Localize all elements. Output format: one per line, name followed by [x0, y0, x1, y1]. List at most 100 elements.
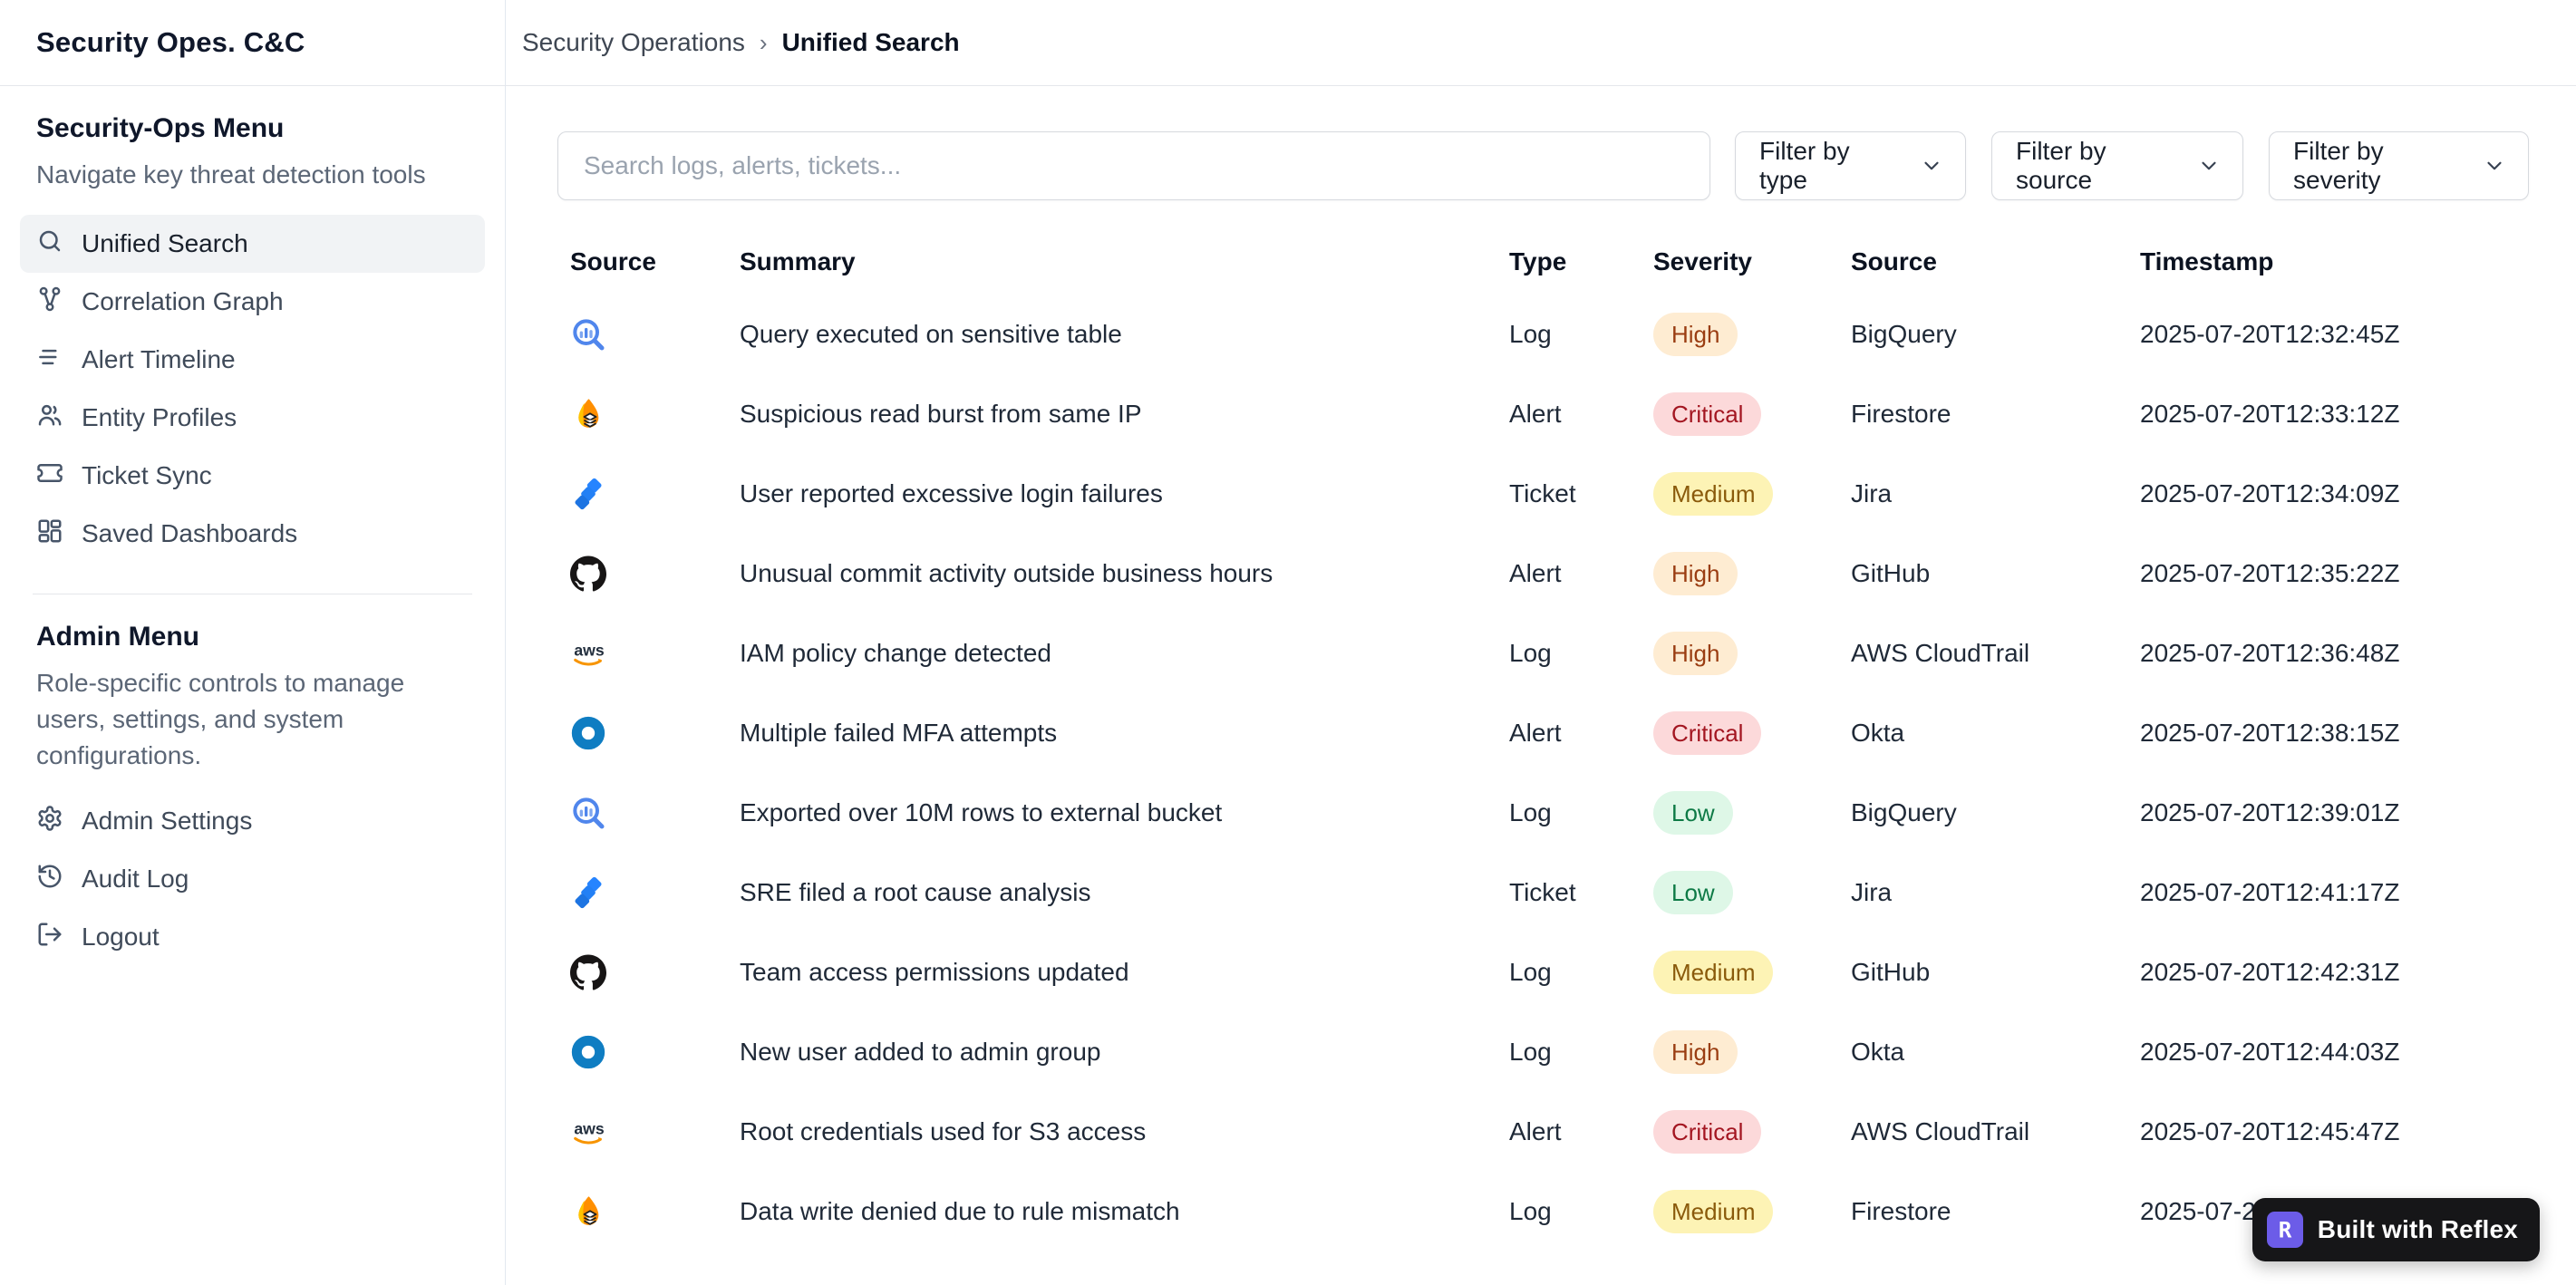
cell-source: BigQuery — [1851, 798, 1957, 826]
app-window: Security Opes. C&C Security Operations ›… — [0, 0, 2576, 1285]
search-icon — [39, 230, 61, 251]
cell-summary: Query executed on sensitive table — [740, 320, 1122, 348]
filter-select-label: Filter by severity — [2293, 137, 2384, 194]
main-content: Filter by type Filter by source Filter b… — [506, 86, 2576, 1285]
table-row[interactable]: Suspicious read burst from same IP Alert… — [570, 374, 2529, 454]
cell-summary: New user added to admin group — [740, 1038, 1101, 1066]
reflex-logo-icon: R — [2266, 1212, 2303, 1248]
cell-source: Firestore — [1851, 1197, 1951, 1225]
cell-type: Alert — [1509, 559, 1562, 587]
severity-badge: Medium — [1653, 472, 1774, 516]
cell-source: Jira — [1851, 479, 1893, 507]
cell-timestamp: 2025-07-20T12:41:17Z — [2140, 878, 2400, 906]
table-row[interactable]: Exported over 10M rows to external bucke… — [570, 773, 2529, 853]
firestore-icon — [578, 399, 599, 428]
sidebar-item-audit-log[interactable]: Audit Log — [20, 850, 485, 908]
alert-timeline-icon — [39, 349, 57, 364]
cell-type: Alert — [1509, 1117, 1562, 1145]
menu-heading: Security-Ops Menu — [36, 113, 285, 143]
breadcrumb-parent[interactable]: Security Operations — [522, 28, 745, 57]
sidebar-item-admin-settings[interactable]: Admin Settings — [20, 792, 485, 850]
filter-select-type[interactable]: Filter by type — [1735, 131, 1966, 200]
severity-badge: Critical — [1653, 1110, 1762, 1154]
breadcrumb-current: Unified Search — [781, 28, 960, 56]
col-header-type: Type — [1509, 247, 1567, 275]
firestore-icon — [578, 1196, 599, 1225]
cell-summary: IAM policy change detected — [740, 639, 1051, 667]
svg-text:aws: aws — [574, 1119, 605, 1137]
cell-type: Alert — [1509, 400, 1562, 428]
cell-timestamp: 2025-07-20T12:32:45Z — [2140, 320, 2400, 348]
sidebar-item-saved-dashboards[interactable]: Saved Dashboards — [20, 505, 485, 563]
logout-icon — [38, 923, 62, 945]
svg-text:R: R — [2279, 1218, 2292, 1243]
cell-source: Okta — [1851, 719, 1905, 747]
ticket-sync-icon — [37, 463, 63, 482]
cell-timestamp: 2025-07-20T12:45:47Z — [2140, 1117, 2400, 1145]
source-icon-cell — [570, 556, 740, 592]
cell-summary: User reported excessive login failures — [740, 479, 1163, 507]
cell-summary: Team access permissions updated — [740, 958, 1129, 986]
admin-heading: Admin Menu — [36, 622, 199, 652]
table-row[interactable]: Team access permissions updated Log Medi… — [570, 932, 2529, 1012]
filter-select-severity[interactable]: Filter by severity — [2269, 131, 2529, 200]
col-header-summary: Summary — [740, 247, 856, 275]
cell-type: Log — [1509, 958, 1552, 986]
sidebar-item-ticket-sync[interactable]: Ticket Sync — [20, 447, 485, 505]
admin-nav: Admin Settings Audit Log Logout — [20, 792, 485, 966]
sidebar-item-label: Unified Search — [82, 229, 248, 257]
chevron-down-icon — [1924, 161, 1939, 170]
table-row[interactable]: aws Root credentials used for S3 access … — [570, 1092, 2529, 1172]
sidebar-item-label: Ticket Sync — [82, 461, 212, 489]
severity-badge: High — [1653, 632, 1738, 675]
cell-type: Ticket — [1509, 878, 1576, 906]
cell-timestamp: 2025-07-20T12:44:03Z — [2140, 1038, 2400, 1066]
sidebar-header: Security Opes. C&C — [0, 0, 506, 86]
col-header-source-icon: Source — [570, 247, 656, 275]
built-with-reflex-badge[interactable]: R Built with Reflex — [2252, 1198, 2540, 1261]
bigquery-icon — [573, 797, 605, 829]
sidebar-item-label: Logout — [82, 923, 160, 951]
cell-timestamp: 2025-07-20T12:35:22Z — [2140, 559, 2400, 587]
severity-badge: Medium — [1653, 951, 1774, 994]
okta-icon — [571, 716, 605, 750]
chevron-down-icon — [2487, 161, 2502, 170]
sidebar-item-alert-timeline[interactable]: Alert Timeline — [20, 331, 485, 389]
cell-type: Log — [1509, 798, 1552, 826]
sidebar-item-unified-search[interactable]: Unified Search — [20, 215, 485, 273]
sidebar-item-label: Saved Dashboards — [82, 519, 298, 547]
cell-timestamp: 2025-07-20T12:38:15Z — [2140, 719, 2400, 747]
table-row[interactable]: User reported excessive login failures T… — [570, 454, 2529, 534]
filter-select-source[interactable]: Filter by source — [1991, 131, 2243, 200]
table-row[interactable]: aws IAM policy change detected Log High … — [570, 614, 2529, 693]
menu-subtitle: Navigate key threat detection tools — [36, 160, 426, 188]
sidebar-item-label: Entity Profiles — [82, 403, 237, 431]
cell-timestamp: 2025-07-20T12:39:01Z — [2140, 798, 2400, 826]
cell-source: BigQuery — [1851, 320, 1957, 348]
table-row[interactable]: SRE filed a root cause analysis Ticket L… — [570, 853, 2529, 932]
search-input[interactable] — [557, 131, 1710, 200]
filter-group: Filter by type Filter by source Filter b… — [1735, 131, 2529, 200]
table-row[interactable]: Multiple failed MFA attempts Alert Criti… — [570, 693, 2529, 773]
security-ops-nav: Unified Search Correlation Graph Alert T… — [20, 215, 485, 563]
table-row[interactable]: Data write denied due to rule mismatch L… — [570, 1172, 2529, 1251]
sidebar-item-correlation-graph[interactable]: Correlation Graph — [20, 273, 485, 331]
cell-type: Ticket — [1509, 479, 1576, 507]
cell-timestamp: 2025-07-20T12:42:31Z — [2140, 958, 2400, 986]
sidebar-item-entity-profiles[interactable]: Entity Profiles — [20, 389, 485, 447]
severity-badge: High — [1653, 552, 1738, 595]
cell-source: GitHub — [1851, 958, 1931, 986]
source-icon-cell — [570, 715, 740, 751]
sidebar-item-logout[interactable]: Logout — [20, 908, 485, 966]
correlation-graph-icon — [39, 286, 61, 311]
cell-source: Jira — [1851, 878, 1893, 906]
table-row[interactable]: Query executed on sensitive table Log Hi… — [570, 295, 2529, 374]
table-row[interactable]: New user added to admin group Log High O… — [570, 1012, 2529, 1092]
cell-timestamp: 2025-07-20T12:33:12Z — [2140, 400, 2400, 428]
filter-select-label: Filter by type — [1759, 137, 1850, 194]
severity-badge: Medium — [1653, 1190, 1774, 1233]
source-icon-cell — [570, 316, 740, 353]
okta-icon — [571, 1035, 605, 1069]
table-row[interactable]: Unusual commit activity outside business… — [570, 534, 2529, 614]
source-icon-cell — [570, 954, 740, 990]
